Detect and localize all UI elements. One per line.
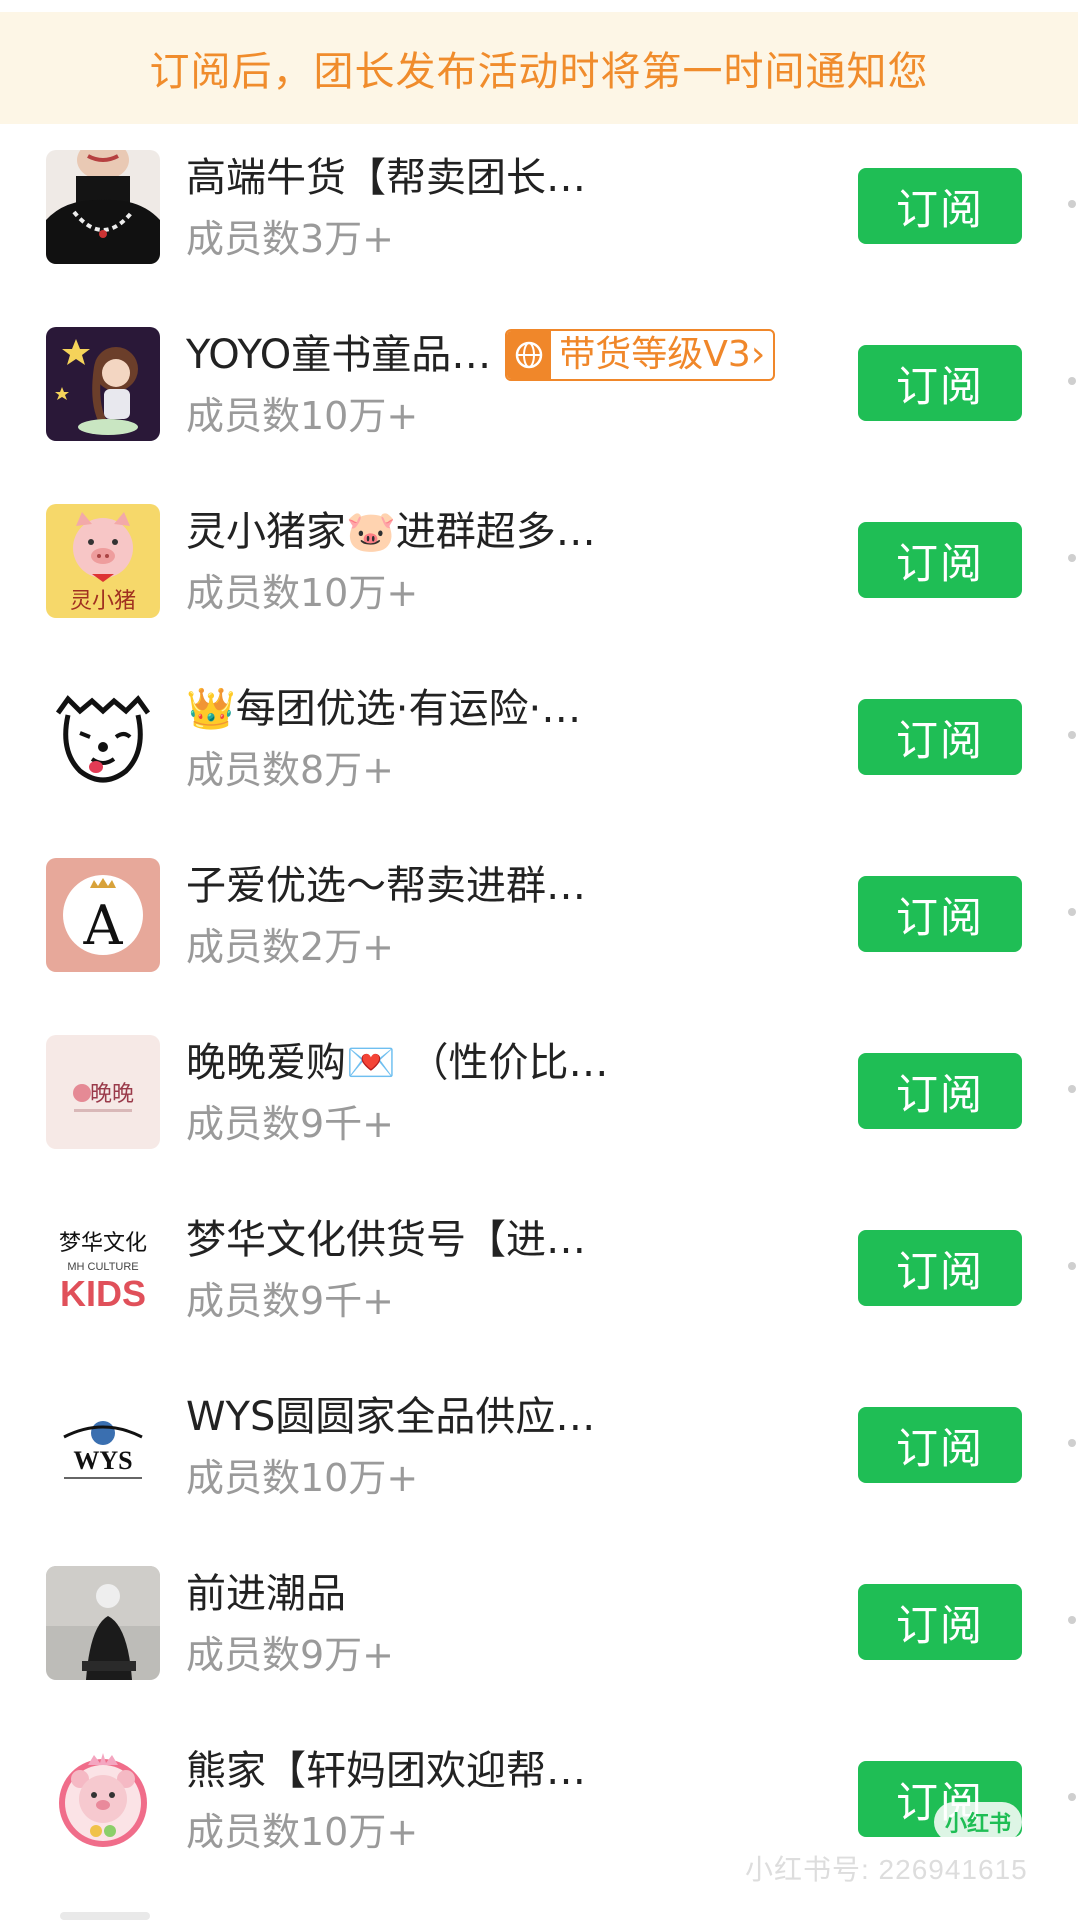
letter-a-crown-avatar: A	[46, 858, 160, 972]
subscribe-button[interactable]: 订阅	[858, 699, 1022, 775]
edge-indicator	[1068, 554, 1076, 562]
group-title: WYS圆圆家全品供应…	[186, 1394, 596, 1440]
subscribe-notice-text: 订阅后，团长发布活动时将第一时间通知您	[149, 49, 929, 95]
subscribe-button[interactable]: 订阅	[858, 522, 1022, 598]
woman-necklace-avatar	[46, 150, 160, 264]
list-item[interactable]: 高端牛货【帮卖团长… 成员数3万+ 订阅	[0, 150, 1078, 327]
edge-indicator	[1068, 1262, 1076, 1270]
avatar-text: 晚晚	[90, 1082, 134, 1107]
group-title: 高端牛货【帮卖团长…	[186, 155, 586, 201]
bear-avatar	[46, 1743, 160, 1857]
list-item[interactable]: 👑每团优选·有运险·… 成员数8万+ 订阅	[0, 681, 1078, 858]
edge-indicator	[1068, 200, 1076, 208]
member-count: 成员数3万+	[186, 217, 395, 261]
badge-label: 带货等级V3›	[559, 334, 766, 375]
member-count: 成员数10万+	[186, 1810, 419, 1854]
photo-person-avatar	[46, 1566, 160, 1680]
sales-level-badge[interactable]: 带货等级V3›	[505, 329, 776, 381]
xiaohongshu-logo: 小红书	[934, 1802, 1022, 1842]
next-item-peek	[60, 1912, 150, 1920]
list-item[interactable]: A 子爱优选～帮卖进群… 成员数2万+ 订阅	[0, 858, 1078, 1035]
avatar-text: 灵小猪	[70, 589, 136, 614]
member-count: 成员数10万+	[186, 1456, 419, 1500]
edge-indicator	[1068, 377, 1076, 385]
subscribe-button[interactable]: 订阅	[858, 345, 1022, 421]
group-title-text: YOYO童书童品…	[186, 332, 492, 378]
group-title: 子爱优选～帮卖进群…	[186, 863, 586, 909]
list-item[interactable]: 梦华文化 MH CULTURE KIDS 梦华文化供货号【进… 成员数9千+ 订…	[0, 1212, 1078, 1389]
wys-logo-avatar: WYS	[46, 1389, 160, 1503]
group-title: 前进潮品	[186, 1571, 346, 1617]
avatar-kids-text: KIDS	[60, 1273, 146, 1314]
subscribe-button[interactable]: 订阅	[858, 876, 1022, 952]
list-item[interactable]: 熊家【轩妈团欢迎帮… 成员数10万+ 订阅	[0, 1743, 1078, 1920]
list-item[interactable]: 前进潮品 成员数9万+ 订阅	[0, 1566, 1078, 1743]
member-count: 成员数8万+	[186, 748, 395, 792]
list-item[interactable]: 灵小猪 灵小猪家🐷进群超多… 成员数10万+ 订阅	[0, 504, 1078, 681]
avatar-text: A	[83, 894, 124, 957]
list-item[interactable]: 晚晚 晚晚爱购💌 （性价比… 成员数9千+ 订阅	[0, 1035, 1078, 1212]
edge-indicator	[1068, 731, 1076, 739]
group-title: 熊家【轩妈团欢迎帮…	[186, 1748, 586, 1794]
subscribe-button[interactable]: 订阅	[858, 1584, 1022, 1660]
group-title: 灵小猪家🐷进群超多…	[186, 509, 596, 555]
member-count: 成员数10万+	[186, 571, 419, 615]
edge-indicator	[1068, 908, 1076, 916]
dog-face-avatar	[46, 681, 160, 795]
member-count: 成员数9万+	[186, 1633, 395, 1677]
group-title: YOYO童书童品… 带货等级V3›	[186, 327, 776, 383]
subscribe-button[interactable]: 订阅	[858, 1407, 1022, 1483]
list-item[interactable]: WYS WYS圆圆家全品供应… 成员数10万+ 订阅	[0, 1389, 1078, 1566]
group-title: 👑每团优选·有运险·…	[186, 686, 582, 732]
edge-indicator	[1068, 1793, 1076, 1801]
member-count: 成员数10万+	[186, 394, 419, 438]
edge-indicator	[1068, 1085, 1076, 1093]
edge-indicator	[1068, 1616, 1076, 1624]
subscribe-notice-banner: 订阅后，团长发布活动时将第一时间通知您	[0, 12, 1078, 124]
edge-indicator	[1068, 1439, 1076, 1447]
subscribe-button[interactable]: 订阅	[858, 1230, 1022, 1306]
subscribe-button[interactable]: 订阅	[858, 168, 1022, 244]
account-watermark: 小红书号: 226941615	[745, 1854, 1028, 1885]
chevron-right-icon: ›	[750, 334, 766, 375]
member-count: 成员数9千+	[186, 1279, 395, 1323]
member-count: 成员数2万+	[186, 925, 395, 969]
pig-avatar: 灵小猪	[46, 504, 160, 618]
avatar-text: 梦华文化	[59, 1231, 147, 1256]
list-item[interactable]: YOYO童书童品… 带货等级V3› 成员数10万+ 订阅	[0, 327, 1078, 504]
girl-stars-avatar	[46, 327, 160, 441]
group-title: 晚晚爱购💌 （性价比…	[186, 1040, 609, 1086]
mh-culture-kids-avatar: 梦华文化 MH CULTURE KIDS	[46, 1212, 160, 1326]
group-title: 梦华文化供货号【进…	[186, 1217, 586, 1263]
globe-icon	[507, 331, 552, 379]
avatar-text: WYS	[73, 1446, 132, 1475]
member-count: 成员数9千+	[186, 1102, 395, 1146]
wanwan-logo-avatar: 晚晚	[46, 1035, 160, 1149]
subscribe-button[interactable]: 订阅	[858, 1053, 1022, 1129]
avatar-subtext: MH CULTURE	[67, 1261, 138, 1273]
